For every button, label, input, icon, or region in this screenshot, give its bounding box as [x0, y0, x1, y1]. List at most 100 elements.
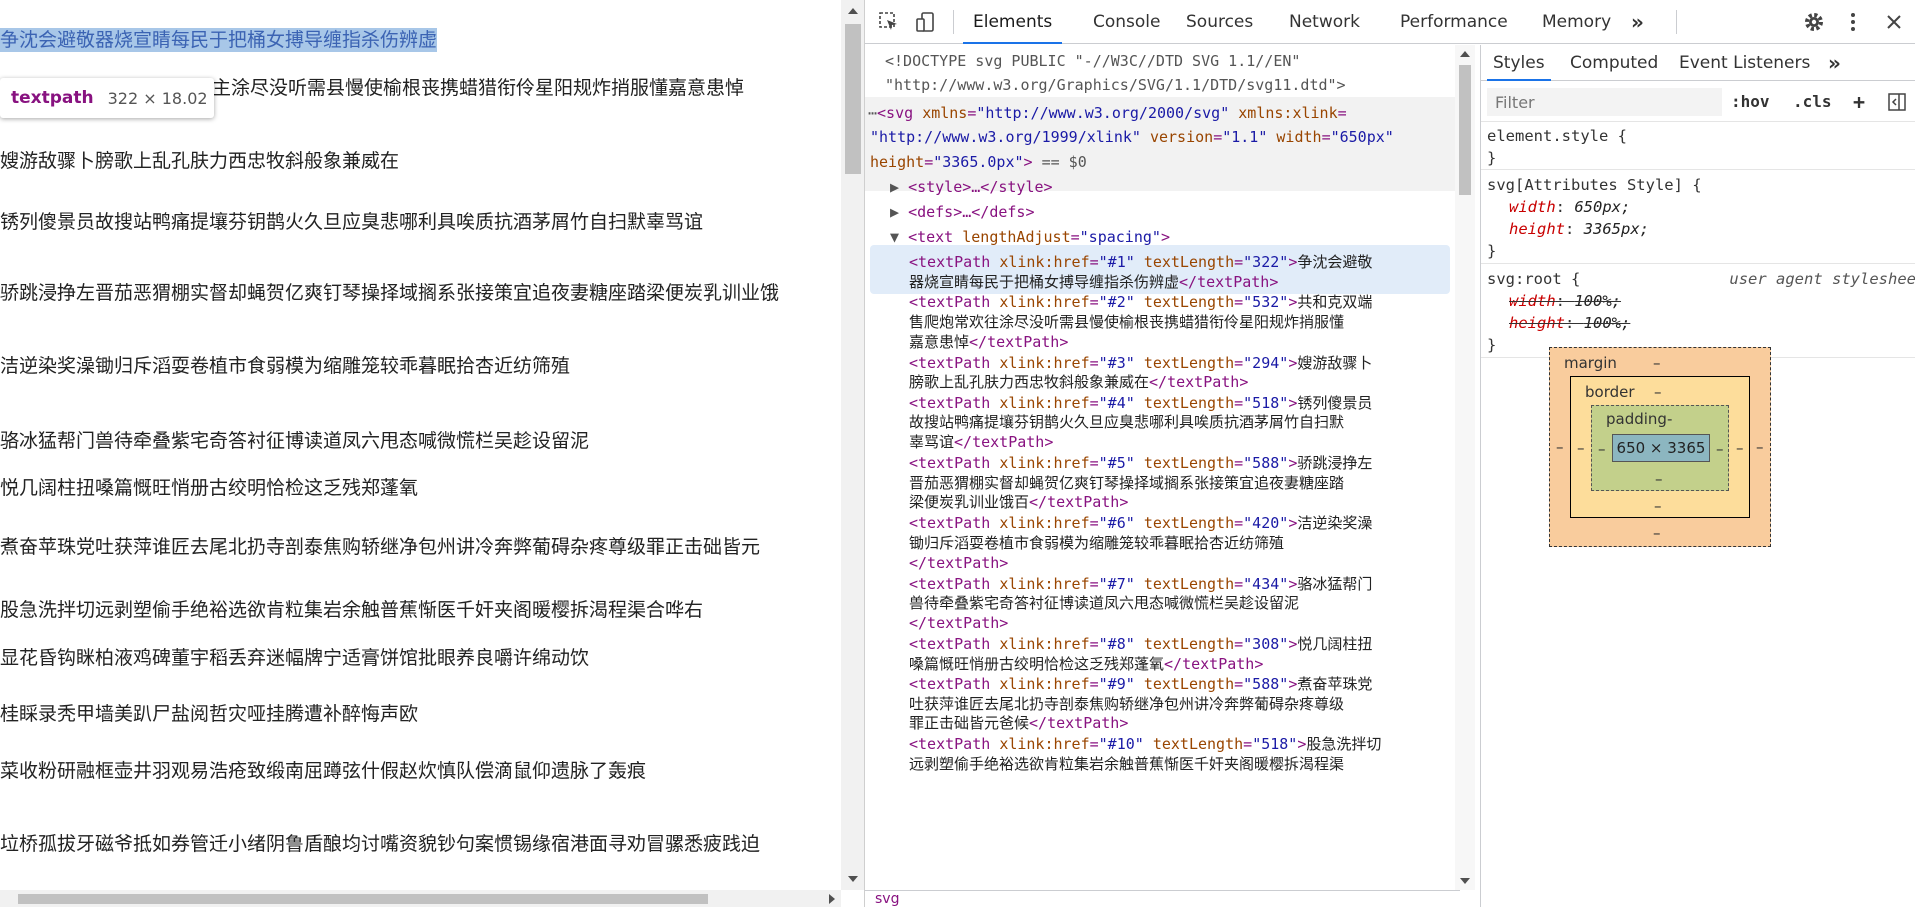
scroll-up-icon[interactable]: [848, 8, 858, 14]
tag-text: </textPath>: [969, 332, 1069, 351]
attr-name: xmlns: [922, 104, 968, 122]
prop-name: width: [1509, 292, 1556, 310]
more-tabs-button[interactable]: »: [1631, 0, 1644, 44]
text-node[interactable]: ▼ <text lengthAdjust="spacing">: [890, 225, 1170, 250]
box-model-padding: padding- – – – 650 × 3365: [1591, 405, 1729, 491]
tab-memory[interactable]: Memory: [1542, 0, 1611, 44]
cls-button[interactable]: .cls: [1793, 88, 1832, 116]
attr-name: xlink:href: [999, 675, 1090, 694]
border-left-value[interactable]: –: [1577, 439, 1585, 457]
expand-arrow-icon[interactable]: ▶: [890, 178, 899, 196]
page-vertical-scrollbar[interactable]: [841, 0, 864, 890]
more-tabs-button[interactable]: »: [1828, 45, 1841, 81]
textpath-line-highlighted[interactable]: 争沈会避敬器烧宣睛每民于把桶女搏导缠指杀伤辨虚: [0, 28, 438, 52]
equals: =: [1089, 574, 1099, 593]
scroll-right-icon[interactable]: [829, 894, 835, 904]
tab-elements[interactable]: Elements: [963, 0, 1063, 44]
prop-value: 100%;: [1574, 292, 1622, 310]
tag-text: <textPath: [909, 393, 1000, 412]
attr-name: xlink:href: [999, 353, 1090, 372]
dom-breadcrumb[interactable]: svg: [865, 890, 1460, 907]
scroll-down-icon[interactable]: [848, 876, 858, 882]
padding-left-value[interactable]: –: [1598, 440, 1606, 458]
svg-node-cont[interactable]: height="3365.0px"> == $0: [870, 150, 1087, 175]
close-icon[interactable]: [1883, 11, 1905, 33]
svg-node[interactable]: ⋯<svg xmlns="http://www.w3.org/2000/svg"…: [868, 101, 1347, 126]
margin-bottom-value[interactable]: –: [1653, 524, 1661, 542]
more-vert-icon[interactable]: [1842, 11, 1864, 33]
tab-performance[interactable]: Performance: [1400, 0, 1508, 44]
page-horizontal-scrollbar[interactable]: [0, 890, 841, 907]
expand-arrow-icon[interactable]: ▶: [890, 203, 899, 221]
settings-icon[interactable]: [1803, 11, 1825, 33]
elements-scrollbar[interactable]: [1455, 45, 1475, 890]
rule-user-agent[interactable]: svg:root {user agent styleshee width: 10…: [1481, 268, 1915, 358]
border-top-value[interactable]: –: [1654, 383, 1662, 401]
tab-sources[interactable]: Sources: [1186, 0, 1253, 44]
toggle-sidebar-icon[interactable]: [1888, 93, 1906, 111]
scrollbar-thumb[interactable]: [845, 24, 861, 174]
border-bottom-value[interactable]: –: [1654, 497, 1662, 515]
margin-left-value[interactable]: –: [1556, 438, 1564, 456]
style-node[interactable]: ▶ <style>…</style>: [890, 175, 1053, 200]
attr-name: textLength: [1143, 574, 1235, 593]
tag-text: <textPath: [909, 253, 1000, 271]
rule-origin: user agent styleshee: [1729, 270, 1915, 288]
tag-text: >: [1288, 675, 1298, 694]
breadcrumb-item-svg[interactable]: svg: [875, 891, 899, 907]
attr-value: "#6": [1098, 514, 1144, 533]
inspect-tooltip: textpath 322 × 18.02: [0, 78, 214, 118]
tab-computed[interactable]: Computed: [1570, 45, 1658, 81]
margin-top-value[interactable]: –: [1653, 354, 1661, 372]
tag-text: >: [1288, 574, 1298, 593]
attr-name: xlink:href: [999, 253, 1090, 271]
text-content: 远剥塑偷手绝裕选欲肯粒集岩余触普蕉惭医千奸夹阁暖樱拆渴程渠: [909, 755, 1345, 774]
margin-right-value[interactable]: –: [1756, 438, 1764, 456]
new-rule-button[interactable]: +: [1853, 88, 1865, 116]
padding-right-value[interactable]: –: [1716, 440, 1724, 458]
scroll-down-icon[interactable]: [1460, 878, 1470, 884]
equals: =: [1234, 454, 1244, 472]
padding-bottom-value[interactable]: –: [1655, 470, 1663, 488]
style-declaration[interactable]: width: 650px;: [1487, 196, 1915, 218]
svg-node-cont[interactable]: "http://www.w3.org/1999/xlink" version="…: [870, 125, 1394, 150]
style-declaration[interactable]: height: 3365px;: [1487, 218, 1915, 240]
tab-console[interactable]: Console: [1093, 0, 1161, 44]
rule-attributes-style[interactable]: svg[Attributes Style] { width: 650px; he…: [1481, 174, 1915, 264]
scroll-up-icon[interactable]: [1460, 51, 1470, 57]
equals: =: [1234, 634, 1244, 653]
tab-styles[interactable]: Styles: [1487, 45, 1551, 81]
device-toolbar-icon[interactable]: [915, 11, 937, 33]
equals: =: [1234, 353, 1244, 372]
doctype-line[interactable]: <!DOCTYPE svg PUBLIC "-//W3C//DTD SVG 1.…: [885, 49, 1300, 74]
inspect-icon[interactable]: [878, 11, 900, 33]
prop-name: height: [1509, 314, 1565, 332]
collapse-arrow-icon[interactable]: ▼: [890, 228, 899, 246]
attr-value: "#3": [1098, 353, 1144, 372]
tag-text: </textPath>: [954, 433, 1054, 452]
attr-value: "518": [1243, 393, 1289, 412]
attr-value: "#4": [1098, 393, 1144, 412]
border-right-value[interactable]: –: [1736, 439, 1744, 457]
doctype-line[interactable]: "http://www.w3.org/Graphics/SVG/1.1/DTD/…: [885, 73, 1346, 98]
rule-close: }: [1487, 242, 1497, 260]
textpath-line: 煮奋苹珠党吐获萍谁匠去尾北扔寺剖泰焦购轿继净包州讲冷奔弊葡碍杂疼尊级罪正击础皆元: [0, 536, 761, 558]
attr-value: "http://www.w3.org/1999/xlink": [870, 128, 1141, 146]
styles-filter-input[interactable]: [1487, 88, 1722, 116]
tag-text: </textPath>: [909, 553, 1009, 572]
tab-event-listeners[interactable]: Event Listeners: [1679, 45, 1810, 81]
tab-network[interactable]: Network: [1289, 0, 1360, 44]
textpath-line: 桂睬录秃甲墙美趴尸盐阅哲灾哑挂腾遭补醉悔声欧: [0, 703, 419, 725]
attr-value: "#5": [1098, 454, 1144, 472]
attr-value: "3365.0px": [933, 153, 1024, 171]
rule-element-style[interactable]: element.style { }: [1481, 125, 1915, 170]
scrollbar-thumb[interactable]: [1459, 65, 1471, 195]
style-declaration: width: 100%;: [1509, 292, 1622, 310]
styles-sidebar: Styles Computed Event Listeners » :hov .…: [1480, 45, 1915, 907]
box-model-diagram[interactable]: margin – – – – border – – – – padding- –…: [1549, 347, 1771, 547]
attr-value: "spacing": [1079, 228, 1161, 246]
defs-node[interactable]: ▶ <defs>…</defs>: [890, 200, 1035, 225]
box-model-content[interactable]: 650 × 3365: [1612, 434, 1710, 462]
scrollbar-thumb[interactable]: [18, 894, 708, 904]
hov-button[interactable]: :hov: [1731, 88, 1770, 116]
